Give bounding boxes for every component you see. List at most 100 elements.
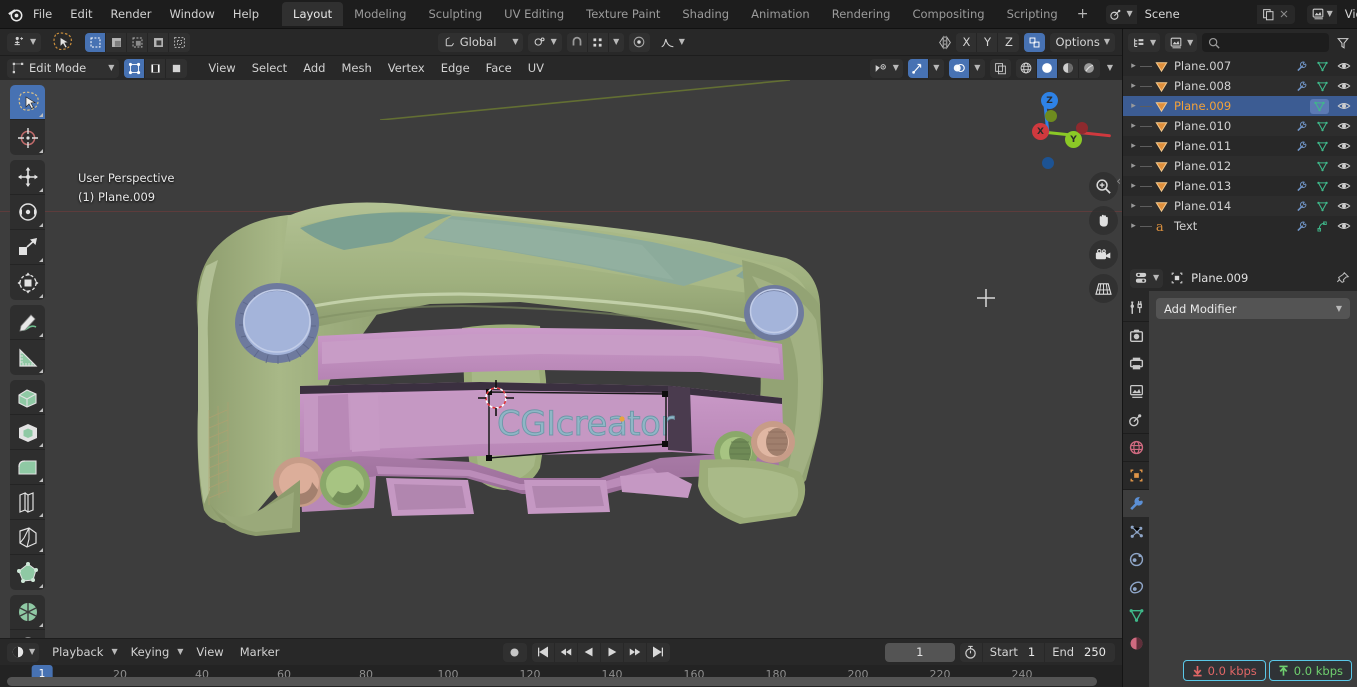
zoom-button[interactable] [1089,172,1118,201]
tool-loop-cut[interactable] [10,485,45,520]
workspace-tab-uv-editing[interactable]: UV Editing [493,2,575,26]
properties-tab-physics[interactable] [1123,545,1149,573]
add-modifier-button[interactable]: Add Modifier ▼ [1156,298,1350,319]
outliner-row-plane.009[interactable]: ▸ Plane.009 [1123,96,1357,116]
next-keyframe-button[interactable] [624,642,647,662]
gizmo-axis-z-negative[interactable] [1042,157,1054,169]
workspace-tab-animation[interactable]: Animation [740,2,821,26]
visibility-eye-icon[interactable] [1337,139,1351,153]
properties-editor-type-button[interactable]: ▼ [1130,268,1164,288]
workspace-tab-shading[interactable]: Shading [671,2,740,26]
visibility-eye-icon[interactable] [1337,79,1351,93]
tool-rotate[interactable] [10,195,45,230]
scene-browse-button[interactable]: ▼ [1106,4,1137,24]
disclosure-triangle-icon[interactable]: ▸ [1127,81,1140,91]
select-intersect-button[interactable] [169,32,191,52]
properties-tab-world[interactable] [1123,433,1149,461]
modifier-wrench-icon[interactable] [1295,60,1308,73]
gizmo-axis-y-negative[interactable] [1045,110,1057,122]
timeline-menu-marker[interactable]: Marker [232,642,288,662]
menu-file[interactable]: File [24,4,61,24]
current-frame-field[interactable]: 1 [884,642,955,662]
outliner-row-plane.014[interactable]: ▸ Plane.014 [1123,196,1357,216]
properties-tab-material[interactable] [1123,629,1149,657]
tool-annotate[interactable] [10,305,45,340]
gizmo-options-chevron[interactable]: ▼ [928,58,944,78]
mesh-data-block-icon[interactable] [1316,160,1329,173]
mesh-data-block-icon[interactable] [1310,98,1329,114]
outliner-display-mode-dropdown[interactable]: ▼ [1128,33,1161,52]
modifier-wrench-icon[interactable] [1295,140,1308,153]
mesh-data-block-icon[interactable] [1316,120,1329,133]
object-visibility-dropdown[interactable]: ▼ [869,58,903,78]
menu-edit[interactable]: Edit [61,4,101,24]
workspace-tab-rendering[interactable]: Rendering [821,2,902,26]
properties-tab-object[interactable] [1123,461,1149,489]
outliner-row-plane.013[interactable]: ▸ Plane.013 [1123,176,1357,196]
select-extend-button[interactable] [106,32,128,52]
properties-tab-constraints[interactable] [1123,573,1149,601]
add-workspace-button[interactable]: + [1069,3,1097,25]
visibility-eye-icon[interactable] [1337,219,1351,233]
disclosure-triangle-icon[interactable]: ▸ [1127,161,1140,171]
viewport-menu-select[interactable]: Select [244,58,295,78]
disclosure-triangle-icon[interactable]: ▸ [1127,61,1140,71]
solid-shading-button[interactable] [1036,58,1058,78]
shading-options-chevron[interactable]: ▼ [1105,59,1115,78]
viewport-menu-add[interactable]: Add [295,58,333,78]
mesh-data-block-icon[interactable] [1316,80,1329,93]
menu-help[interactable]: Help [224,4,268,24]
timeline-ruler[interactable]: 20 40 60 80 100 120 140 160 180 200 220 240 1 [0,665,1122,687]
blender-logo-icon[interactable] [6,3,24,25]
mode-dropdown[interactable]: Edit Mode ▼ [7,58,120,78]
editor-type-button[interactable]: ▼ [7,32,42,52]
timeline-menu-keying[interactable]: Keying [123,642,178,662]
tweak-tool-button[interactable] [46,31,80,53]
outliner-search-box[interactable] [1202,33,1329,52]
auto-merge-toggle[interactable] [1024,32,1046,52]
face-select-button[interactable] [166,58,188,78]
select-set-button[interactable] [85,32,107,52]
properties-tab-tool[interactable] [1123,293,1149,321]
tool-tweak[interactable] [10,85,45,120]
visibility-eye-icon[interactable] [1337,99,1351,113]
menu-render[interactable]: Render [102,4,161,24]
visibility-eye-icon[interactable] [1337,159,1351,173]
tool-scale[interactable] [10,230,45,265]
snap-options-chevron[interactable]: ▼ [608,32,624,52]
disclosure-triangle-icon[interactable]: ▸ [1127,201,1140,211]
scene-name-field[interactable]: Scene [1136,4,1257,24]
tool-smooth[interactable] [10,630,45,638]
edge-select-button[interactable] [145,58,167,78]
xray-toggle[interactable] [989,58,1011,78]
play-reverse-button[interactable] [578,642,601,662]
toggle-ortho-button[interactable] [1089,274,1118,303]
mirror-icon[interactable] [937,35,953,50]
select-subtract-button[interactable] [127,32,149,52]
snap-magnet-toggle[interactable] [566,32,588,52]
snap-dropdown[interactable]: ▼ [527,32,562,52]
viewport-menu-uv[interactable]: UV [520,58,552,78]
viewport-menu-face[interactable]: Face [478,58,520,78]
modifier-wrench-icon[interactable] [1295,120,1308,133]
tool-extrude-region[interactable] [10,380,45,415]
mesh-data-block-icon[interactable] [1316,200,1329,213]
camera-view-button[interactable] [1089,240,1118,269]
copy-icon[interactable] [1262,8,1275,21]
properties-tab-modifier[interactable] [1123,489,1149,517]
outliner-row-plane.008[interactable]: ▸ Plane.008 [1123,76,1357,96]
jump-end-button[interactable] [647,643,670,662]
select-invert-button[interactable] [148,32,170,52]
timeline-menu-playback[interactable]: Playback [44,642,111,662]
tool-poly-build[interactable] [10,555,45,590]
tool-cursor-3d[interactable] [10,120,45,155]
view-layer-browse-button[interactable]: ▼ [1306,4,1337,24]
mesh-data-block-icon[interactable] [1316,180,1329,193]
properties-tab-view-layer[interactable] [1123,377,1149,405]
view-layer-name-field[interactable]: View Layer [1336,4,1357,24]
start-frame-value[interactable]: 1 [1025,645,1044,659]
workspace-tab-modeling[interactable]: Modeling [343,2,417,26]
properties-tab-scene[interactable] [1123,405,1149,433]
outliner-row-plane.010[interactable]: ▸ Plane.010 [1123,116,1357,136]
3d-viewport[interactable]: CGIcreator User Perspective (1) Plane.00… [0,80,1122,638]
